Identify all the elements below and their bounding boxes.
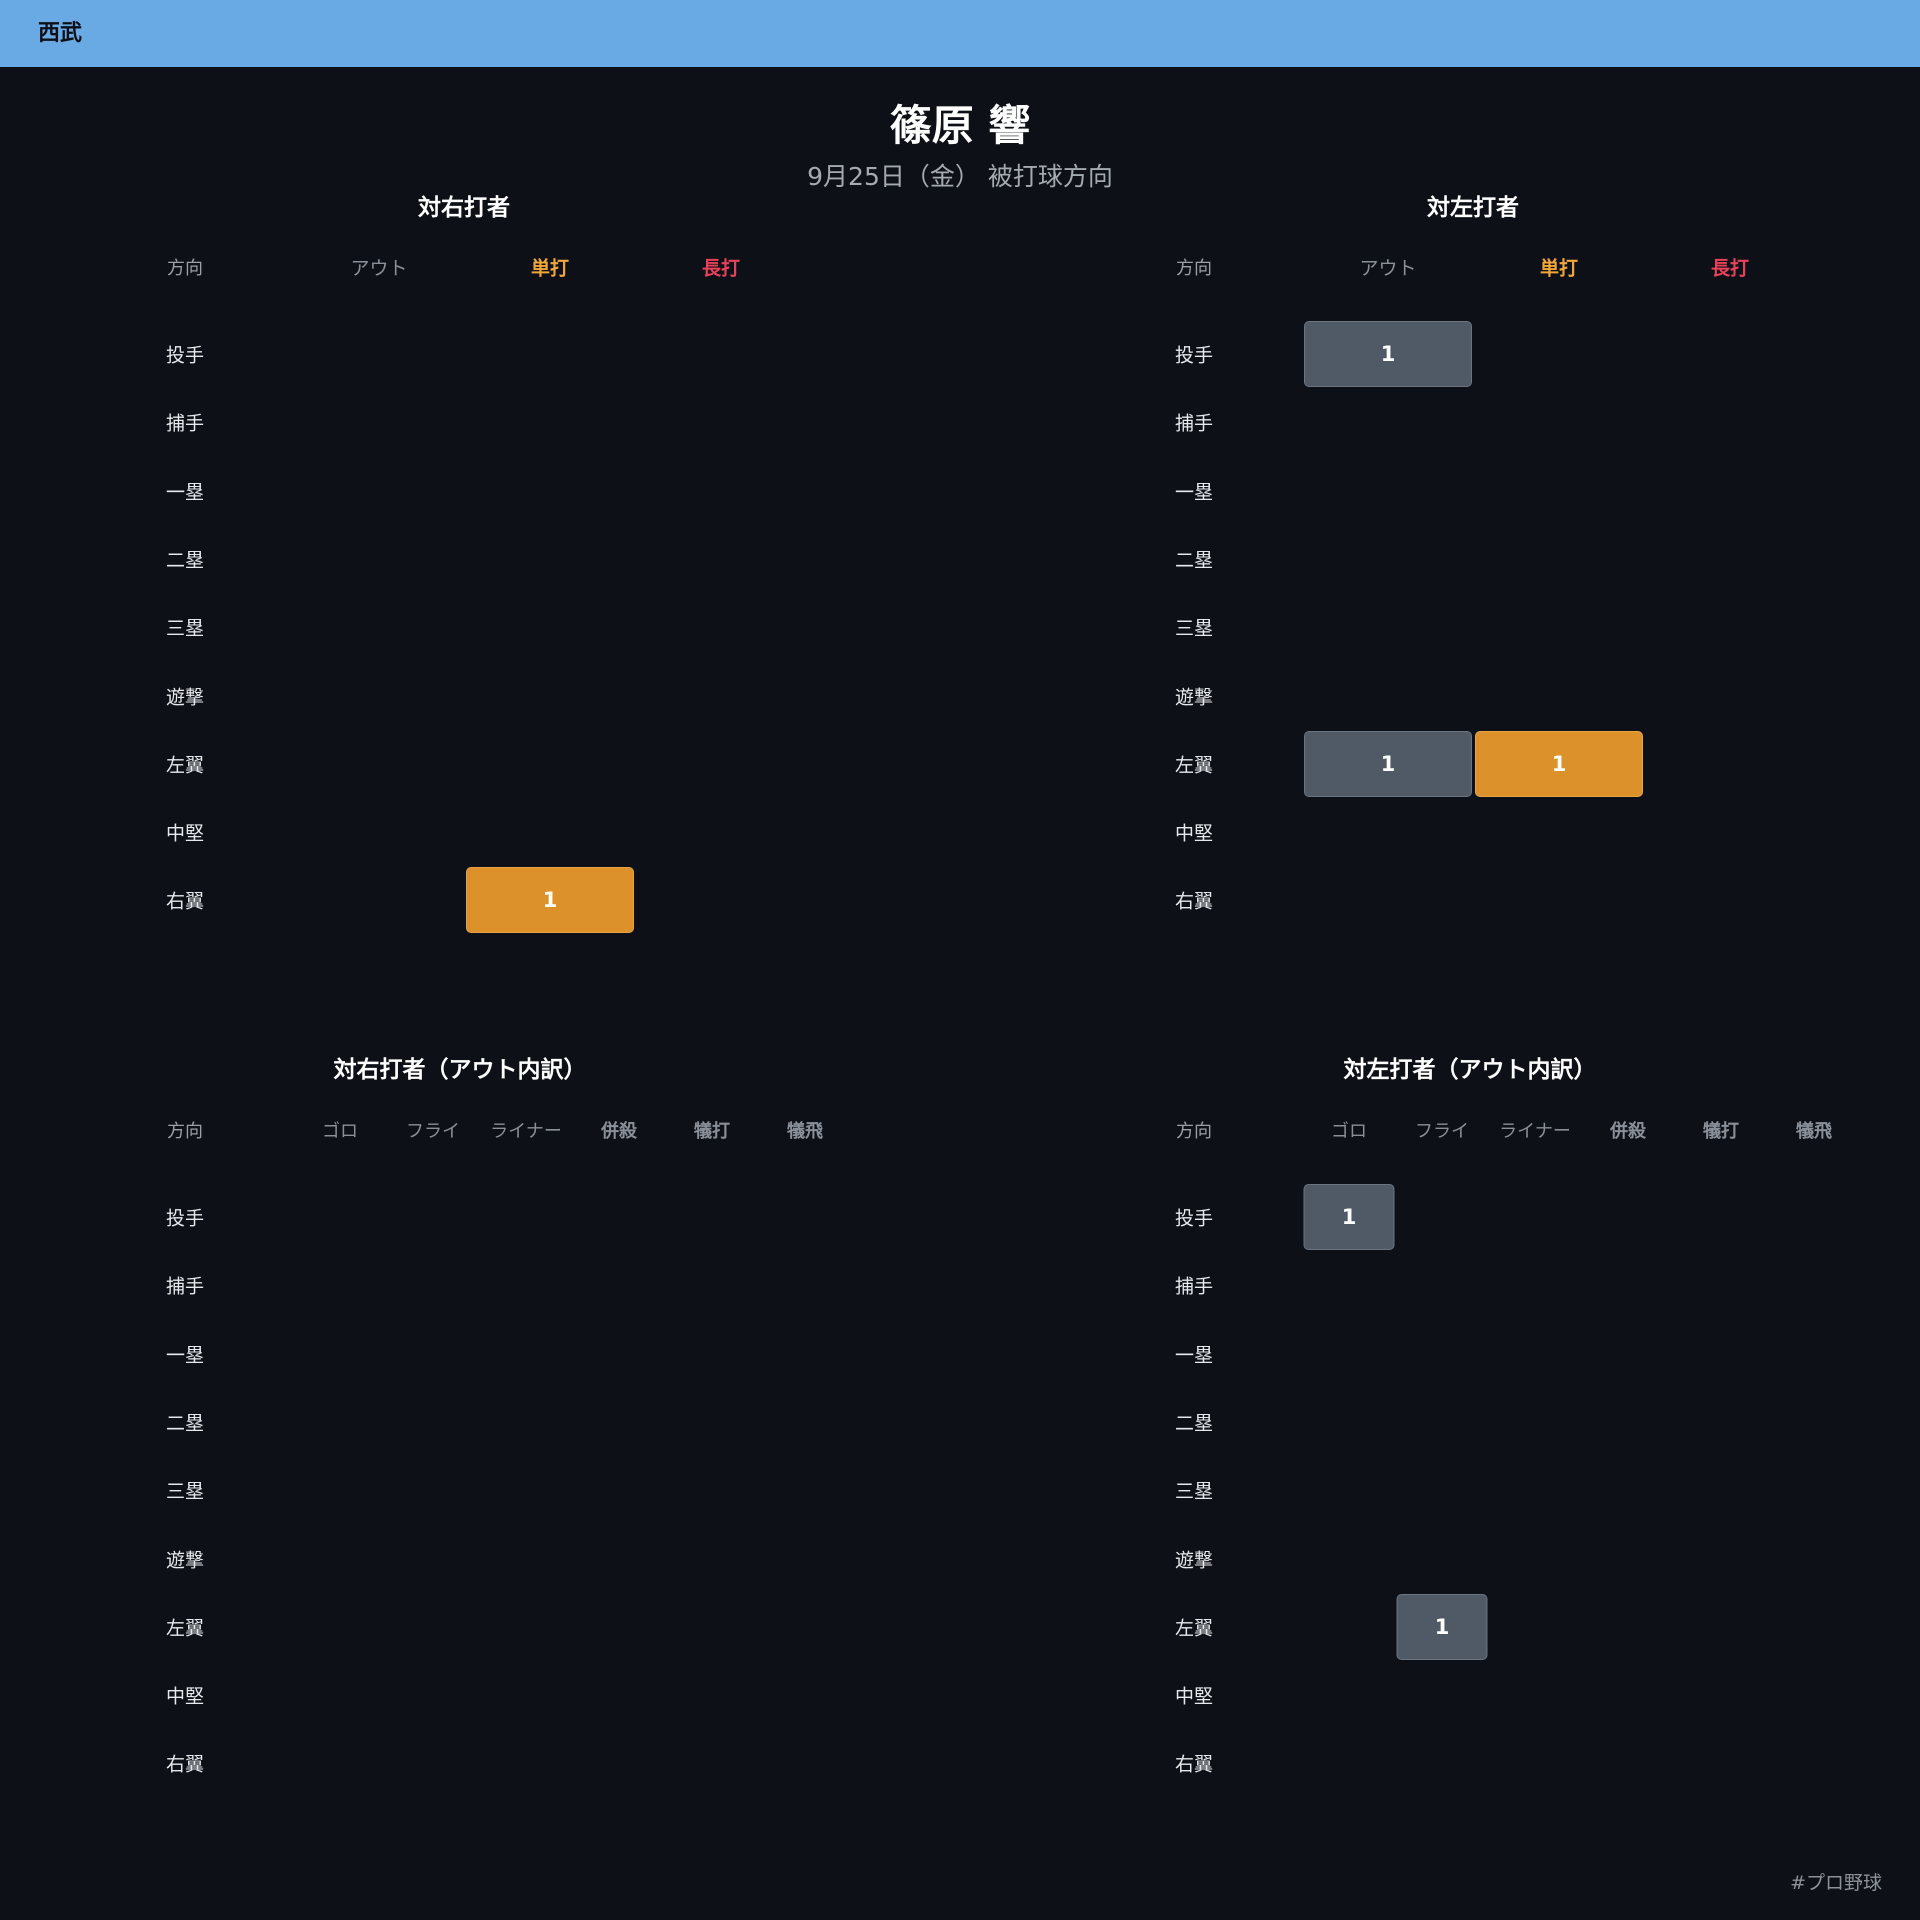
- column-header-2: フライ: [406, 1121, 460, 1142]
- column-header-1: アウト: [1359, 257, 1417, 280]
- row-label-2: 捕手: [165, 1275, 205, 1298]
- row-label-9: 右翼: [165, 890, 205, 913]
- team-header-bar: 西武: [0, 0, 1920, 67]
- row-label-6: 遊撃: [165, 1549, 205, 1571]
- row-label-1: 投手: [1174, 344, 1214, 367]
- row-label-1: 投手: [165, 344, 205, 367]
- row-label-4: 二塁: [165, 549, 205, 572]
- row-label-1: 投手: [165, 1207, 205, 1230]
- row-label-5: 三塁: [1174, 617, 1214, 640]
- row-label-9: 右翼: [1174, 890, 1214, 913]
- panel-title: 対右打者: [418, 195, 510, 221]
- row-label-1: 投手: [1174, 1207, 1214, 1230]
- row-label-3: 一塁: [165, 481, 205, 504]
- row-label-7: 左翼: [165, 754, 205, 777]
- row-label-8: 中堅: [165, 822, 205, 845]
- row-label-2: 捕手: [165, 412, 205, 435]
- column-header-3: ライナー: [490, 1121, 562, 1142]
- team-name: 西武: [38, 21, 83, 46]
- data-cell: 1: [1304, 730, 1472, 797]
- chart-subtitle: 9月25日（金） 被打球方向: [807, 162, 1113, 191]
- row-label-5: 三塁: [1174, 1480, 1214, 1503]
- row-label-6: 遊撃: [165, 686, 205, 708]
- panel-title: 対左打者: [1427, 195, 1519, 221]
- column-header-2: フライ: [1415, 1121, 1469, 1142]
- column-header-4: 併殺: [601, 1121, 637, 1142]
- column-header-6: 犠飛: [787, 1121, 823, 1142]
- row-label-3: 一塁: [1174, 481, 1214, 504]
- row-label-7: 左翼: [1174, 754, 1214, 777]
- column-header-3: 長打: [701, 257, 741, 280]
- row-label-9: 右翼: [165, 1753, 205, 1776]
- chart-panel-4: 対左打者（アウト内訳） 方向 ゴロ フライ ライナー 併殺 犠打 犠飛 投手 捕手 一塁 二塁 三塁 遊撃…: [0, 0, 1920, 1920]
- data-cell: 1: [466, 867, 634, 934]
- panel-title: 対左打者（アウト内訳）: [1343, 1057, 1597, 1083]
- column-header-1: アウト: [350, 257, 408, 280]
- column-header-4: 併殺: [1610, 1121, 1646, 1142]
- row-label-3: 一塁: [165, 1344, 205, 1367]
- direction-column-header: 方向: [1176, 1121, 1212, 1142]
- row-label-4: 二塁: [1174, 1412, 1214, 1435]
- player-name: 篠原 響: [889, 101, 1031, 150]
- column-header-1: ゴロ: [322, 1121, 358, 1142]
- row-label-8: 中堅: [1174, 1685, 1214, 1708]
- column-header-1: ゴロ: [1331, 1121, 1367, 1142]
- data-cell: 1: [1396, 1593, 1488, 1660]
- row-label-5: 三塁: [165, 1480, 205, 1503]
- hashtag-footer: #プロ野球: [1790, 1872, 1882, 1894]
- direction-column-header: 方向: [1176, 258, 1212, 279]
- data-cell: 1: [1475, 730, 1643, 797]
- chart-panel-1: 対右打者 方向 アウト 単打 長打 投手 捕手 一塁 二塁 三塁 遊撃 左翼 中堅 右翼 1: [0, 0, 1920, 1920]
- row-label-7: 左翼: [1174, 1617, 1214, 1640]
- row-label-8: 中堅: [1174, 822, 1214, 845]
- column-header-3: ライナー: [1499, 1121, 1571, 1142]
- column-header-3: 長打: [1710, 257, 1750, 280]
- column-header-2: 単打: [530, 257, 570, 280]
- column-header-6: 犠飛: [1796, 1121, 1832, 1142]
- data-cell: 1: [1303, 1184, 1395, 1250]
- data-cell: 1: [1304, 321, 1472, 387]
- row-label-4: 二塁: [165, 1412, 205, 1435]
- row-label-6: 遊撃: [1174, 686, 1214, 708]
- column-header-5: 犠打: [694, 1121, 730, 1142]
- direction-column-header: 方向: [167, 1121, 203, 1142]
- row-label-9: 右翼: [1174, 1753, 1214, 1776]
- row-label-8: 中堅: [165, 1685, 205, 1708]
- panel-title: 対右打者（アウト内訳）: [333, 1057, 587, 1083]
- row-label-7: 左翼: [165, 1617, 205, 1640]
- row-label-2: 捕手: [1174, 1275, 1214, 1298]
- chart-panel-3: 対右打者（アウト内訳） 方向 ゴロ フライ ライナー 併殺 犠打 犠飛 投手 捕手 一塁 二塁 三塁 遊撃…: [0, 0, 1920, 1920]
- column-header-5: 犠打: [1703, 1121, 1739, 1142]
- row-label-5: 三塁: [165, 617, 205, 640]
- column-header-2: 単打: [1539, 257, 1579, 280]
- row-label-6: 遊撃: [1174, 1549, 1214, 1571]
- row-label-4: 二塁: [1174, 549, 1214, 572]
- direction-column-header: 方向: [167, 258, 203, 279]
- row-label-3: 一塁: [1174, 1344, 1214, 1367]
- row-label-2: 捕手: [1174, 412, 1214, 435]
- chart-panel-2: 対左打者 方向 アウト 単打 長打 投手 捕手 一塁 二塁 三塁 遊撃 左翼 中堅 右翼 1 1 1: [0, 0, 1920, 1920]
